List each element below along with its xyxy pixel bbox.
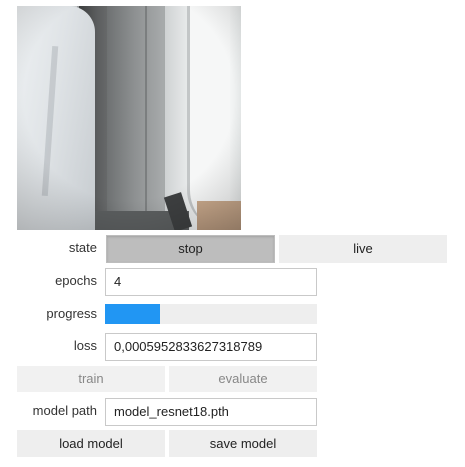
loss-field[interactable]: 0,0005952833627318789 xyxy=(105,333,317,361)
epochs-input[interactable]: 4 xyxy=(105,268,317,296)
model-path-label: model path xyxy=(32,403,97,418)
epochs-label: epochs xyxy=(55,273,97,288)
load-model-button[interactable]: load model xyxy=(17,430,165,457)
training-widget: state stop live epochs 4 progress loss 0… xyxy=(0,0,465,467)
save-model-button[interactable]: save model xyxy=(169,430,317,457)
loss-label: loss xyxy=(73,338,97,353)
progress-label: progress xyxy=(46,306,97,321)
state-option-stop[interactable]: stop xyxy=(106,235,275,263)
progress-bar-fill xyxy=(105,304,161,324)
train-button[interactable]: train xyxy=(17,366,165,392)
evaluate-button[interactable]: evaluate xyxy=(169,366,317,392)
progress-bar xyxy=(105,304,317,324)
camera-feed-image xyxy=(17,6,241,230)
state-option-live[interactable]: live xyxy=(279,235,447,263)
model-path-input[interactable]: model_resnet18.pth xyxy=(105,398,317,426)
state-label: state xyxy=(68,240,97,255)
